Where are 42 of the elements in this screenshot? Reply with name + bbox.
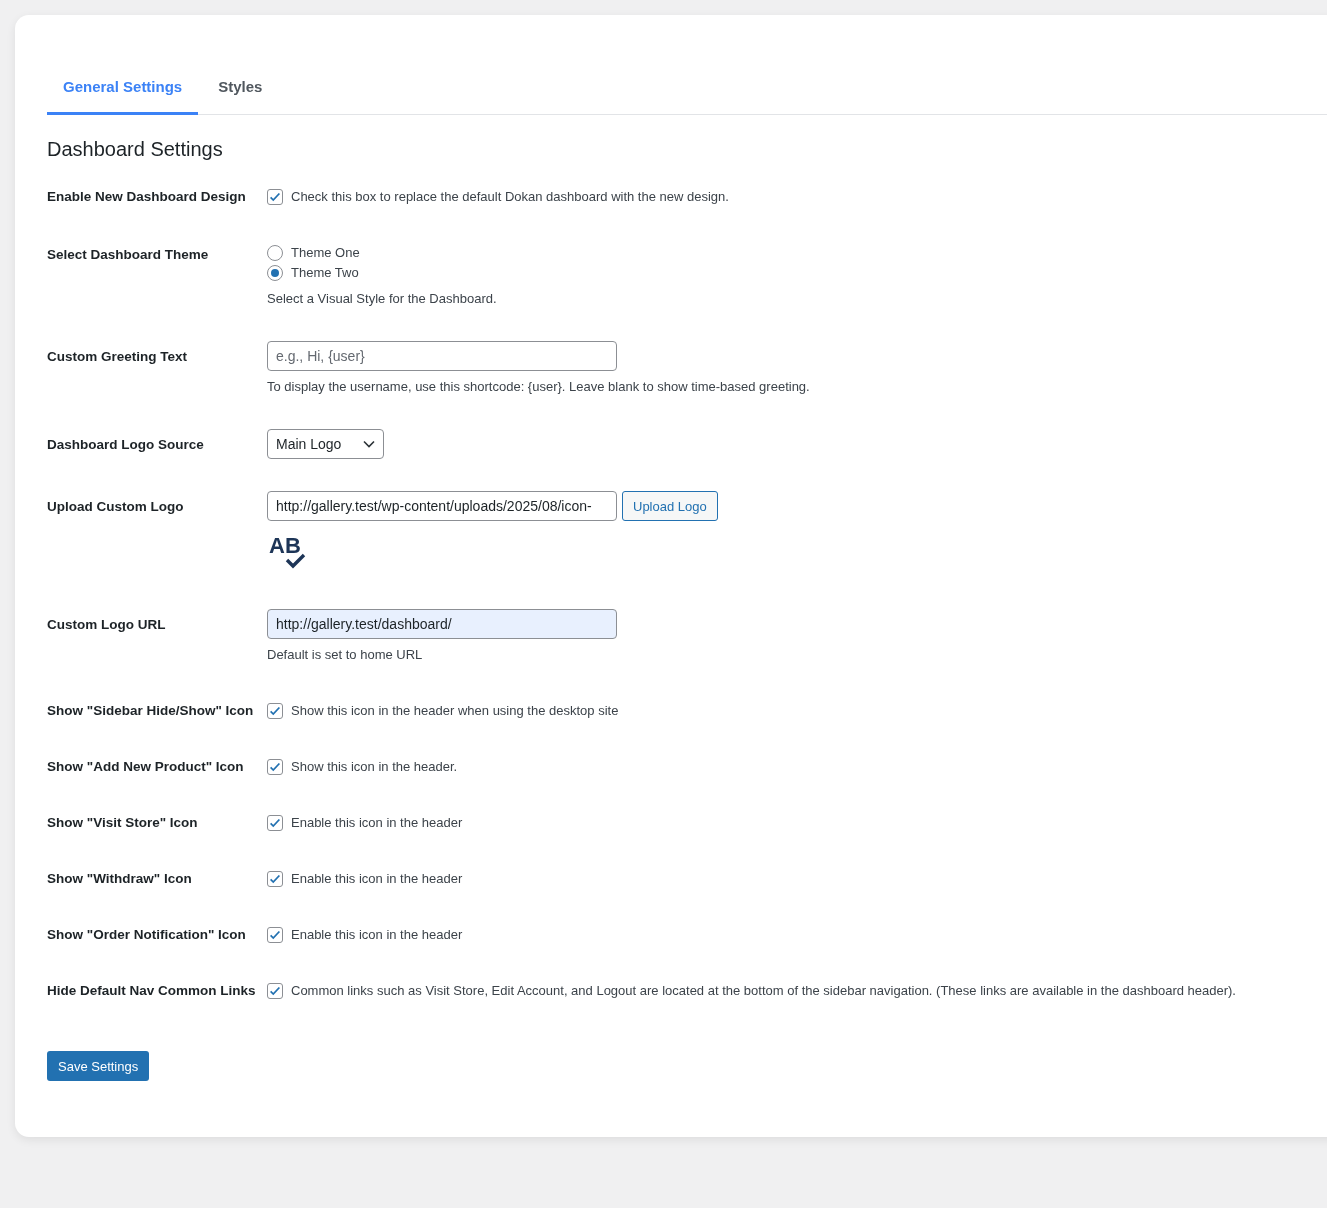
field-label: Show "Order Notification" Icon	[47, 926, 247, 944]
field-description: Default is set to home URL	[267, 646, 423, 664]
radio-label: Theme One	[291, 244, 360, 262]
checkbox-label: Enable this icon in the header	[291, 926, 463, 944]
field-label: Dashboard Logo Source	[47, 436, 205, 454]
checkbox[interactable]	[267, 927, 283, 943]
field-label: Show "Withdraw" Icon	[47, 870, 193, 888]
field-label: Custom Logo URL	[47, 616, 167, 634]
checkbox-label: Enable this icon in the header	[291, 814, 463, 832]
save-settings-button[interactable]: Save Settings	[47, 1051, 150, 1081]
checkbox-label: Show this icon in the header when using the desktop site	[291, 702, 619, 720]
field-label: Select Dashboard Theme	[47, 246, 210, 264]
logo-source-dropdown[interactable]: Main Logo	[267, 429, 384, 459]
logo-path-field[interactable]: http://gallery.test/wp-content/uploads/2025/08/icon-	[267, 491, 617, 521]
field-description: To display the username, use this shortcode: {user}. Leave blank to show time-based greeting.	[267, 378, 810, 396]
field-label: Show "Visit Store" Icon	[47, 814, 199, 832]
section-title: Dashboard Settings	[47, 138, 224, 161]
checkbox[interactable]	[267, 759, 283, 775]
field-label: Enable New Dashboard Design	[47, 188, 247, 206]
field-label: Hide Default Nav Common Links	[47, 982, 257, 1000]
checkbox-label: Common links such as Visit Store, Edit Account, and Logout are located at the bottom of the sidebar navigation. (These links are available in the dashboard header).	[291, 982, 1236, 1000]
checkbox-label: Show this icon in the header.	[291, 758, 458, 776]
checkbox-label: Enable this icon in the header	[291, 870, 463, 888]
upload-logo-button[interactable]: Upload Logo	[622, 491, 718, 521]
logo-preview: AB	[267, 533, 315, 573]
chevron-down-icon	[363, 440, 375, 448]
tab[interactable]: General Settings	[47, 67, 199, 115]
text-field[interactable]: e.g., Hi, {user}	[267, 341, 617, 371]
field-label: Show "Add New Product" Icon	[47, 758, 245, 776]
url-field[interactable]: http://gallery.test/dashboard/	[267, 609, 617, 639]
checkbox[interactable]	[267, 189, 283, 205]
checkbox[interactable]	[267, 703, 283, 719]
field-label: Upload Custom Logo	[47, 498, 185, 516]
field-label: Custom Greeting Text	[47, 348, 189, 366]
checkbox[interactable]	[267, 871, 283, 887]
checkbox-label: Check this box to replace the default Dokan dashboard with the new design.	[291, 188, 729, 206]
radio-label: Theme Two	[291, 264, 359, 282]
checkbox[interactable]	[267, 983, 283, 999]
tab[interactable]: Styles	[202, 67, 279, 115]
field-description: Select a Visual Style for the Dashboard.	[267, 290, 497, 308]
field-label: Show "Sidebar Hide/Show" Icon	[47, 702, 255, 720]
checkbox[interactable]	[267, 815, 283, 831]
